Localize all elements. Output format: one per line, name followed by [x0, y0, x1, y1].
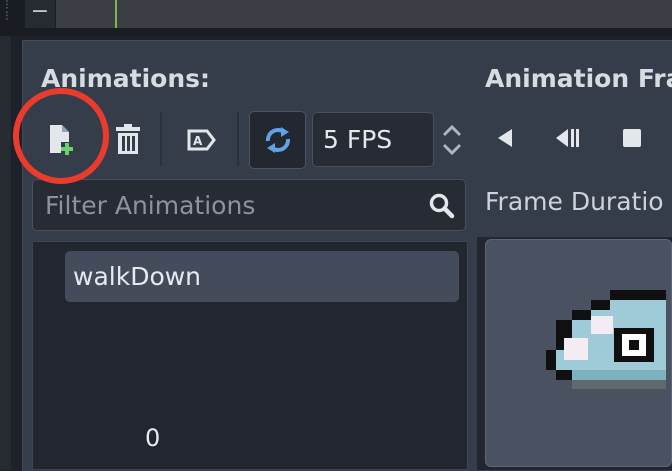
- frame-duration-label: Frame Duratio: [485, 187, 664, 216]
- timeline-track[interactable]: [56, 0, 672, 28]
- play-backwards-icon: [498, 129, 512, 147]
- up-down-arrows-icon: [442, 124, 462, 156]
- autoplay-on-load-icon: A: [187, 129, 216, 151]
- step-backward-icon: [556, 129, 579, 147]
- toolbar-separator: [160, 112, 162, 166]
- zoom-out-button[interactable]: −: [25, 0, 55, 28]
- top-bar: ⁝ ⁝ −: [0, 0, 672, 36]
- stop-button[interactable]: [618, 124, 646, 152]
- loop-icon: [265, 127, 290, 153]
- slime-sprite: [546, 290, 666, 389]
- frame-thumbnail[interactable]: [485, 239, 672, 467]
- delete-animation-button[interactable]: [108, 118, 148, 160]
- step-backward-button[interactable]: [552, 124, 582, 152]
- autoplay-on-load-button[interactable]: A: [181, 120, 221, 160]
- svg-text:A: A: [193, 134, 203, 148]
- fps-stepper[interactable]: [438, 120, 466, 160]
- timeline-cursor[interactable]: [115, 0, 117, 28]
- stop-icon: [623, 129, 641, 147]
- trash-icon: [116, 124, 140, 154]
- left-dock-strip: [0, 36, 11, 470]
- toolbar-separator: [237, 112, 239, 166]
- highlight-circle: [13, 88, 109, 184]
- animation-frames-title: Animation Fra: [485, 64, 672, 93]
- frame-index: 0: [145, 424, 161, 452]
- filter-animations-field[interactable]: Filter Animations: [32, 179, 466, 231]
- list-item-walkdown[interactable]: walkDown: [65, 251, 459, 302]
- fps-input[interactable]: 5 FPS: [312, 112, 434, 167]
- filter-placeholder: Filter Animations: [45, 191, 256, 220]
- play-backwards-button[interactable]: [492, 124, 518, 152]
- frames-grid[interactable]: [477, 237, 672, 470]
- animations-list[interactable]: walkDown: [32, 241, 468, 470]
- drag-handle-icon[interactable]: ⁝ ⁝: [0, 0, 14, 36]
- search-icon: [429, 193, 455, 219]
- loop-toggle-button[interactable]: [249, 111, 306, 169]
